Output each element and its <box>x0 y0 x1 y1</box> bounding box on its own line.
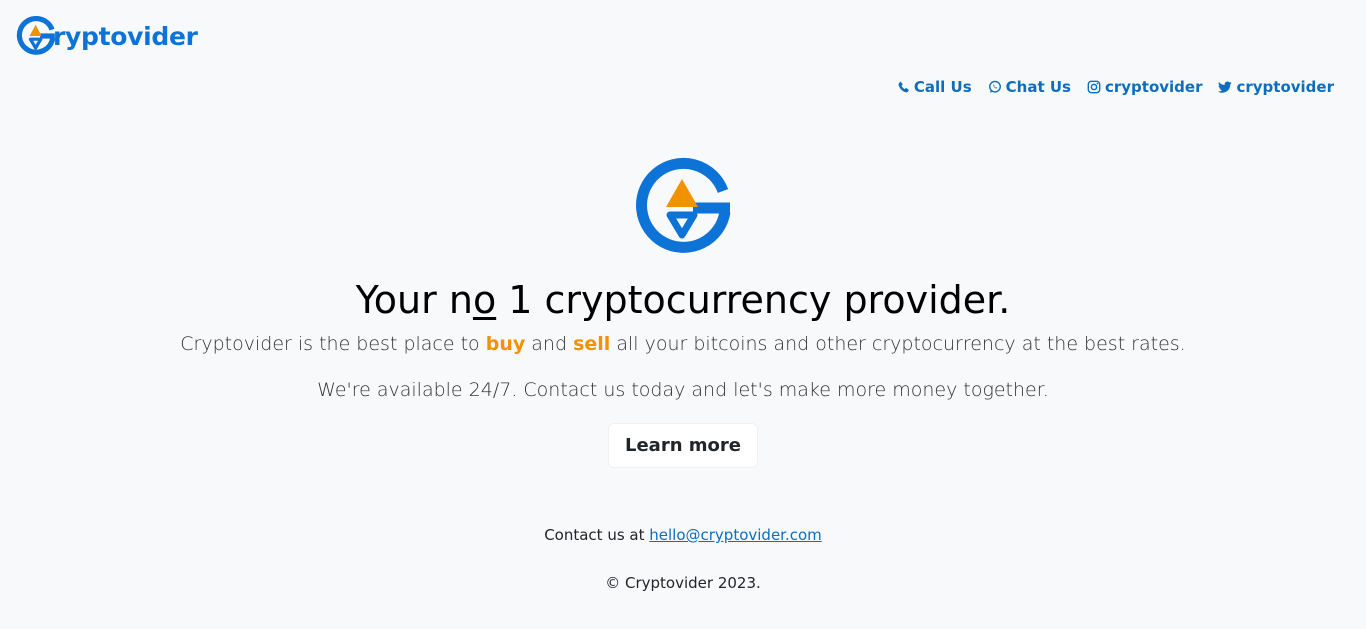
instagram-label: cryptovider <box>1104 78 1203 96</box>
twitter-link[interactable]: cryptovider <box>1218 78 1334 96</box>
hero-title: Your no 1 cryptocurrency provider. <box>0 277 1366 323</box>
email-link[interactable]: hello@cryptovider.com <box>649 526 822 544</box>
hero-logo-icon <box>636 157 731 253</box>
lead-1-post: all your bitcoins and other cryptocurren… <box>610 333 1186 355</box>
lead-1-pre: Cryptovider is the best place to <box>180 333 486 355</box>
instagram-link[interactable]: cryptovider <box>1087 78 1203 96</box>
cryptovider-logo-icon <box>16 16 56 55</box>
copyright: © Cryptovider 2023. <box>605 574 761 592</box>
chat-us-link[interactable]: Chat Us <box>988 78 1071 96</box>
lead-1-sell-highlight: sell <box>573 333 611 355</box>
hero-title-post: 1 cryptocurrency provider. <box>496 278 1011 322</box>
twitter-icon <box>1218 81 1233 93</box>
call-us-label: Call Us <box>913 78 972 96</box>
hero-lead-1: Cryptovider is the best place to buy and… <box>0 331 1366 357</box>
brand-logo-link[interactable]: ryptovider <box>16 16 198 56</box>
twitter-label: cryptovider <box>1236 78 1334 96</box>
hero-title-pre: Your n <box>355 278 473 322</box>
call-us-link[interactable]: Call Us <box>897 78 972 96</box>
lead-1-and: and <box>525 333 574 355</box>
instagram-icon <box>1087 80 1101 94</box>
brand-wordmark: ryptovider <box>53 21 198 51</box>
lead-1-buy-highlight: buy <box>485 333 526 355</box>
hero-lead-2: We're available 24/7. Contact us today a… <box>317 379 1049 401</box>
page-footer: Contact us at hello@cryptovider.com © Cr… <box>0 526 1366 592</box>
social-nav: Call Us Chat Us cryptovider cryptovider <box>897 78 1334 96</box>
phone-icon <box>898 81 909 92</box>
hero-section: Your no 1 cryptocurrency provider. Crypt… <box>0 157 1366 468</box>
whatsapp-icon <box>988 80 1001 93</box>
contact-prefix: Contact us at <box>544 526 650 544</box>
contact-line: Contact us at hello@cryptovider.com <box>0 526 1366 544</box>
hero-title-underlined: o <box>472 278 497 322</box>
learn-more-button[interactable]: Learn more <box>608 423 758 468</box>
chat-us-label: Chat Us <box>1005 78 1071 96</box>
